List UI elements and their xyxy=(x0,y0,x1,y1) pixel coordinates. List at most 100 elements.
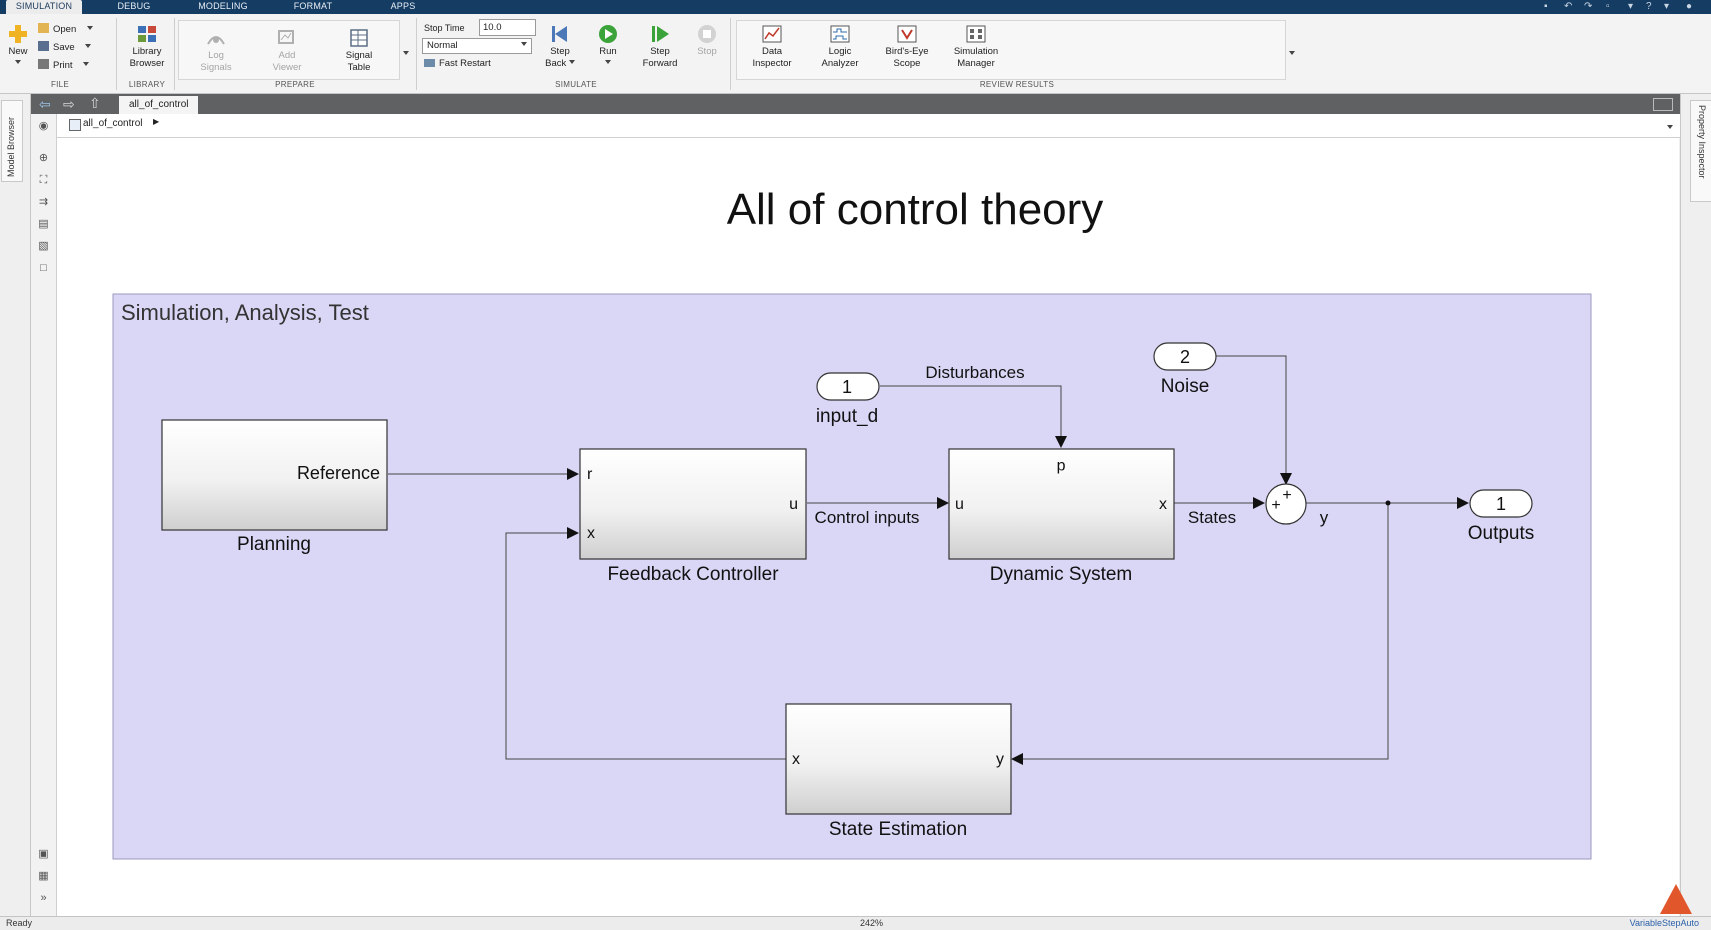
dropdown-icon[interactable]: ▾ xyxy=(1628,1,1633,13)
zoom-icon[interactable]: ⊕ xyxy=(37,152,50,165)
stop-time-label: Stop Time xyxy=(424,23,465,33)
add-viewer-button[interactable]: Add Viewer xyxy=(267,28,307,74)
arrow-route-icon[interactable]: ⇉ xyxy=(37,196,50,209)
window-icon[interactable]: ▫ xyxy=(1606,1,1610,13)
stop-time-input[interactable]: 10.0 xyxy=(479,19,536,36)
feedback-controller-block[interactable] xyxy=(579,448,807,560)
print-label: Print xyxy=(53,60,73,71)
logic-analyzer-label-1: Logic xyxy=(828,46,852,57)
step-forward-label-1: Step xyxy=(650,46,670,57)
image-icon[interactable]: ▧ xyxy=(37,240,50,253)
library-browser-button[interactable]: Library Browser xyxy=(124,24,170,70)
run-icon xyxy=(599,25,617,43)
fit-view-icon[interactable]: ⛶ xyxy=(37,174,50,187)
model-data-icon[interactable]: ▣ xyxy=(37,848,50,861)
tab-modeling[interactable]: MODELING xyxy=(192,0,254,14)
step-forward-button[interactable]: Step Forward xyxy=(636,24,684,70)
tab-apps[interactable]: APPS xyxy=(378,0,428,14)
simulation-manager-label-2: Manager xyxy=(957,58,995,69)
editor-palette: ◉ ⊕ ⛶ ⇉ ▤ ▧ □ ▣ ▦ » xyxy=(31,114,57,916)
tab-debug[interactable]: DEBUG xyxy=(104,0,164,14)
state-estimation-name: State Estimation xyxy=(829,819,967,840)
area-icon[interactable]: □ xyxy=(37,262,50,275)
model-browser-label: Model Browser xyxy=(6,116,16,177)
group-label-review-results: REVIEW RESULTS xyxy=(979,80,1055,89)
hide-show-icon[interactable]: ◉ xyxy=(37,120,50,133)
planning-port-reference: Reference xyxy=(297,463,380,483)
log-signals-label-2: Signals xyxy=(200,62,232,73)
undo-icon[interactable]: ↶ xyxy=(1564,1,1572,13)
open-button[interactable]: Open xyxy=(38,23,93,36)
save-quick-icon[interactable]: ▪ xyxy=(1544,1,1548,13)
state-estimation-block[interactable] xyxy=(785,703,1012,815)
up-arrow-icon[interactable]: ⇧ xyxy=(89,95,101,111)
breadcrumb-arrow-icon[interactable]: ▶ xyxy=(153,117,159,126)
solver-link[interactable]: VariableStepAuto xyxy=(1630,917,1699,930)
redo-icon[interactable]: ↷ xyxy=(1584,1,1592,13)
fast-restart-icon xyxy=(424,59,435,67)
new-button[interactable]: New xyxy=(4,24,32,70)
model-browser-tab[interactable]: Model Browser xyxy=(1,100,23,182)
dynamic-port-d: d xyxy=(1057,458,1066,475)
fast-restart-button[interactable]: Fast Restart xyxy=(424,58,491,70)
forward-arrow-icon[interactable]: ⇨ xyxy=(63,96,75,112)
property-icon[interactable]: ▦ xyxy=(37,870,50,883)
open-label: Open xyxy=(53,24,77,35)
simulation-mode-select[interactable]: Normal xyxy=(422,38,532,54)
save-label: Save xyxy=(53,42,75,53)
estimator-port-y: y xyxy=(996,751,1004,768)
controller-port-r: r xyxy=(587,466,593,483)
help-dropdown-icon[interactable]: ▾ xyxy=(1664,1,1669,13)
label-control-inputs: Control inputs xyxy=(815,508,920,527)
logic-analyzer-button[interactable]: Logic Analyzer xyxy=(812,24,868,70)
run-button[interactable]: Run xyxy=(590,24,626,70)
add-viewer-icon xyxy=(278,30,294,44)
model-tab[interactable]: all_of_control xyxy=(119,96,199,114)
step-back-button[interactable]: Step Back xyxy=(540,24,580,70)
group-label-prepare: PREPARE xyxy=(275,80,315,89)
help-icon[interactable]: ? xyxy=(1646,1,1652,13)
feedback-controller-name: Feedback Controller xyxy=(607,564,779,585)
address-dropdown-icon[interactable] xyxy=(1667,118,1673,136)
dynamic-port-x: x xyxy=(1159,496,1167,513)
annotation-icon[interactable]: ▤ xyxy=(37,218,50,231)
save-caret-icon xyxy=(85,44,92,48)
run-caret-icon xyxy=(605,60,611,64)
print-button[interactable]: Print xyxy=(38,59,90,72)
library-browser-label-1: Library xyxy=(132,46,162,57)
folder-icon xyxy=(38,23,49,33)
signal-table-button[interactable]: Signal Table xyxy=(338,28,380,74)
controller-port-u: u xyxy=(789,496,798,513)
save-icon xyxy=(38,41,49,51)
expand-palette-icon[interactable]: » xyxy=(37,892,50,905)
model-icon xyxy=(69,119,81,131)
hide-palette-icon[interactable] xyxy=(1653,98,1673,111)
step-back-caret-icon xyxy=(568,60,575,64)
step-back-icon xyxy=(552,26,567,42)
birds-eye-scope-button[interactable]: Bird's-Eye Scope xyxy=(876,24,938,70)
inport-noise-name: Noise xyxy=(1161,376,1210,397)
back-arrow-icon[interactable]: ⇦ xyxy=(39,96,51,112)
zoom-level: 242% xyxy=(860,918,884,928)
branch-point xyxy=(1385,500,1391,506)
outport-outputs-number: 1 xyxy=(1496,494,1506,514)
new-icon xyxy=(9,25,27,43)
tab-simulation[interactable]: SIMULATION xyxy=(6,0,82,14)
account-icon[interactable]: ● xyxy=(1686,1,1692,13)
property-inspector-tab[interactable]: Property Inspector xyxy=(1690,100,1711,202)
property-inspector-label: Property Inspector xyxy=(1697,105,1707,179)
review-expand-icon[interactable] xyxy=(1289,44,1295,62)
breadcrumb[interactable]: all_of_control xyxy=(83,118,142,129)
prepare-expand-icon[interactable] xyxy=(403,44,409,62)
simulation-manager-button[interactable]: Simulation Manager xyxy=(944,24,1008,70)
stop-button[interactable]: Stop xyxy=(690,24,724,58)
save-button[interactable]: Save xyxy=(38,41,92,54)
right-dock-strip xyxy=(1680,94,1711,916)
editor-nav-bar: ⇦ ⇨ ⇧ xyxy=(31,94,1680,114)
tab-format[interactable]: FORMAT xyxy=(283,0,343,14)
log-signals-button[interactable]: Log Signals xyxy=(196,28,236,74)
status-text: Ready xyxy=(6,918,33,928)
inport-noise-number: 2 xyxy=(1180,347,1190,367)
model-canvas: All of control theory Simulation, Analys… xyxy=(57,138,1679,916)
data-inspector-button[interactable]: Data Inspector xyxy=(746,24,798,70)
